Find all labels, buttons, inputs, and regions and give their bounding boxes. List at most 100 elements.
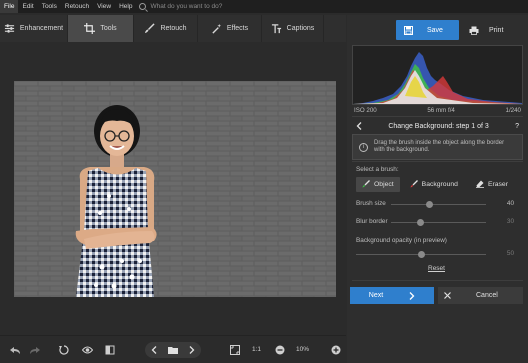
image-canvas[interactable] [0,43,346,335]
menu-view[interactable]: View [93,0,115,13]
background-brush-icon [410,180,418,188]
brush-eraser[interactable]: Eraser [470,177,514,192]
next-label: Next [368,292,384,299]
zoom-in-icon [331,345,341,355]
brush-size-value: 40 [506,200,514,207]
background-opacity-slider-thumb[interactable] [418,251,425,258]
photo-image [14,81,336,297]
tab-tools[interactable]: Tools [68,15,134,42]
exif-lens: 56 mm f/4 [427,107,455,114]
exif-info: ISO 200 56 mm f/4 1/240 [352,107,523,114]
rotate-icon [59,345,69,355]
zoom-out-icon [275,345,285,355]
menu-help[interactable]: Help [115,0,136,13]
background-opacity-label: Background opacity (in preview) [356,237,447,244]
chevron-left-icon [151,346,157,354]
blur-border-slider[interactable] [391,219,486,226]
magic-wand-icon [212,23,221,34]
crop-icon [84,23,96,34]
fit-screen-icon [230,345,240,355]
chevron-right-icon [189,346,195,354]
back-chevron-icon[interactable] [356,122,362,130]
zoom-actual-size-button[interactable]: 1:1 [252,346,261,353]
hint-text: Drag the brush inside the object along t… [374,140,505,153]
wizard-title: Change Background: step 1 of 3 [388,122,489,130]
preview-button[interactable] [80,343,94,357]
hint-box: i Drag the brush inside the object along… [352,134,523,160]
brush-size-slider-thumb[interactable] [426,201,433,208]
text-icon [271,24,281,34]
blur-border-label: Blur border [356,218,388,225]
redo-icon [29,346,40,354]
tab-retouch-label: Retouch [160,25,187,32]
eye-icon [81,346,93,354]
next-button[interactable]: Next [350,287,434,304]
right-panel: Save Print ISO 200 56 mm f/4 1/240 Chang… [347,15,528,363]
sliders-icon [4,24,14,33]
background-opacity-slider[interactable] [356,251,486,258]
menu-tools[interactable]: Tools [38,0,61,13]
tab-effects-label: Effects [226,25,249,32]
rotate-button[interactable] [57,343,71,357]
info-icon: i [359,142,368,152]
menu-retouch[interactable]: Retouch [61,0,93,13]
print-label: Print [489,26,504,34]
eraser-icon [475,180,484,188]
undo-button[interactable] [8,343,22,357]
help-button[interactable]: ? [515,123,519,130]
compare-button[interactable] [103,343,117,357]
floppy-disk-icon [404,25,413,35]
brush-background-label: Background [421,180,458,188]
previous-image-button[interactable] [147,343,161,357]
select-brush-label: Select a brush: [356,166,399,173]
zoom-level: 10% [296,346,310,353]
object-brush-icon [362,180,370,188]
next-image-button[interactable] [185,343,199,357]
brush-size-label: Brush size [356,200,386,207]
brush-object-label: Object [374,180,394,188]
search-icon [139,3,147,10]
zoom-out-button[interactable] [273,343,287,357]
histogram-graph [353,52,522,104]
brush-object[interactable]: Object [356,176,400,192]
open-folder-button[interactable] [166,343,180,357]
tool-tabs: Enhancement Tools Retouch Effects Captio… [0,15,346,42]
divider [352,280,523,281]
cancel-label: Cancel [476,292,498,299]
chevron-right-icon [409,291,415,300]
brush-icon [145,23,156,34]
tab-captions-label: Captions [286,25,315,32]
photo[interactable] [14,81,336,297]
reset-link[interactable]: Reset [428,265,445,272]
cancel-button[interactable]: Cancel [438,287,523,304]
file-navigator [145,342,201,358]
close-icon [444,292,451,299]
save-label: Save [427,26,443,34]
tab-tools-label: Tools [100,25,117,32]
divider [352,161,523,162]
zoom-in-button[interactable] [329,343,343,357]
fit-to-screen-button[interactable] [228,343,242,357]
search-input[interactable]: What do you want to do? [150,3,222,10]
brush-eraser-label: Eraser [487,180,508,188]
menu-file[interactable]: File [0,0,19,13]
tab-effects[interactable]: Effects [198,15,262,42]
brush-selector: Object Background Eraser [352,176,523,192]
redo-button[interactable] [27,343,41,357]
blur-border-slider-thumb[interactable] [417,219,424,226]
compare-icon [105,345,115,355]
save-button[interactable]: Save [396,20,459,40]
tab-retouch[interactable]: Retouch [134,15,198,42]
bottom-toolbar: 1:1 10% [0,335,346,363]
brush-size-slider[interactable] [391,201,486,208]
background-opacity-value: 50 [506,250,514,257]
exif-iso: ISO 200 [354,107,377,114]
tab-enhancement[interactable]: Enhancement [0,15,68,42]
wizard-header: Change Background: step 1 of 3 ? [352,117,523,135]
brush-background[interactable]: Background [404,177,464,192]
search-box[interactable]: What do you want to do? [139,3,222,10]
print-button[interactable]: Print [465,20,520,40]
menu-edit[interactable]: Edit [18,0,37,13]
tab-captions[interactable]: Captions [262,15,324,42]
menu-bar: File Edit Tools Retouch View Help What d… [0,0,528,13]
